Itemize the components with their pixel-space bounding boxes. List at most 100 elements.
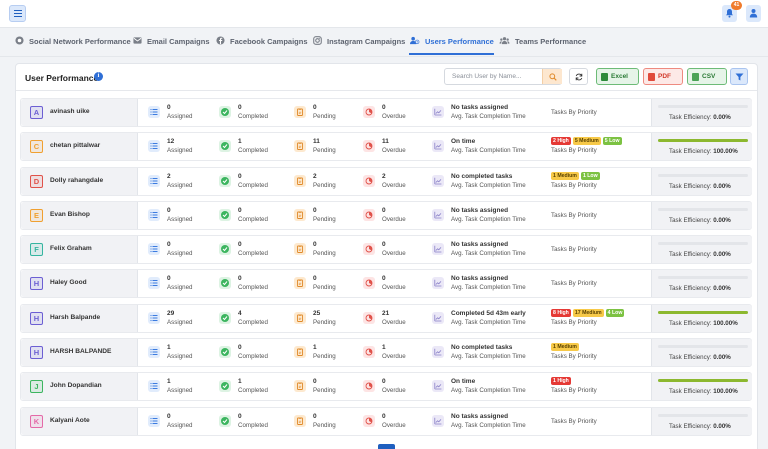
overdue-count: 2: [382, 172, 386, 180]
refresh-button[interactable]: [569, 68, 588, 85]
pie-clock-icon: [363, 346, 375, 359]
user-name[interactable]: Kalyani Aote: [50, 417, 90, 424]
check-circle-icon: [219, 208, 231, 221]
user-performance-card: User Performance i Excel PDF CSV: [15, 63, 758, 449]
export-pdf-label: PDF: [658, 73, 671, 80]
user-name[interactable]: Haley Good: [50, 279, 87, 286]
export-excel-button[interactable]: Excel: [596, 68, 639, 85]
overdue-label: Overdue: [382, 147, 406, 155]
assigned-count: 0: [167, 104, 171, 111]
task-efficiency: Task Efficiency: 0.00%: [651, 236, 752, 264]
user-row-card: D Dolly rahangdale 2 Assigned 0 Complete…: [20, 166, 752, 196]
clipboard-icon: [294, 174, 306, 187]
efficiency-caption: Task Efficiency:: [669, 422, 712, 430]
avg-completion-time-label: Avg. Task Completion Time: [451, 215, 526, 223]
user-name-cell: E Evan Bishop: [21, 201, 138, 229]
efficiency-label: Task Efficiency: 100.00%: [669, 148, 738, 155]
completed-count: 0: [238, 206, 242, 214]
priority-label: Tasks By Priority: [551, 353, 597, 361]
clipboard-icon: [294, 243, 306, 256]
task-efficiency: Task Efficiency: 0.00%: [651, 339, 752, 367]
completed-label: Completed: [238, 421, 268, 429]
avatar: H: [30, 346, 43, 360]
assigned-label: Assigned: [167, 250, 193, 258]
export-excel-label: Excel: [611, 73, 628, 80]
info-icon[interactable]: i: [94, 72, 103, 81]
teams-icon: [499, 37, 510, 45]
check-circle-icon: [219, 311, 231, 324]
tab-instagram-campaigns[interactable]: Instagram Campaigns: [313, 36, 405, 55]
assigned-count: 1: [167, 344, 171, 352]
user-name[interactable]: Evan Bishop: [50, 211, 90, 218]
avatar: K: [30, 414, 43, 428]
list-icon: [148, 140, 160, 153]
task-efficiency: Task Efficiency: 0.00%: [651, 99, 752, 126]
user-name[interactable]: Felix Graham: [50, 245, 92, 252]
priority-badge-med: 1 Medium: [551, 343, 579, 352]
pie-clock-icon: [363, 106, 375, 118]
assigned-label: Assigned: [167, 284, 193, 292]
clipboard-icon: [294, 311, 306, 324]
priority-label: Tasks By Priority: [551, 211, 597, 219]
priority-badges: 1 Medium 1 Low: [551, 171, 600, 180]
assigned-label: Assigned: [167, 318, 193, 326]
user-name[interactable]: avinash uike: [50, 108, 90, 115]
tab-facebook-campaigns[interactable]: Facebook Campaigns: [216, 36, 308, 55]
priority-badges: 2 High 5 Medium 5 Low: [551, 137, 622, 146]
clipboard-icon: [294, 140, 306, 153]
avg-completion-time-label: Avg. Task Completion Time: [451, 387, 526, 395]
pagination-current-page[interactable]: [378, 444, 395, 449]
filter-button[interactable]: [730, 68, 748, 85]
user-name-cell: H Harsh Balpande: [21, 304, 138, 332]
user-name[interactable]: HARSH BALPANDE: [50, 348, 111, 355]
tab-users-performance[interactable]: Users Performance: [409, 36, 494, 55]
overdue-label: Overdue: [382, 284, 406, 292]
trend-chart-icon: [432, 311, 444, 324]
avg-completion-time-value: No tasks assigned: [451, 275, 509, 283]
priority-label: Tasks By Priority: [551, 147, 597, 155]
efficiency-progress-fill: [658, 310, 748, 314]
avg-completion-time-value: No completed tasks: [451, 172, 513, 180]
user-row-card: A avinash uike 0 Assigned 0 Completed 0 …: [20, 98, 752, 127]
search-input[interactable]: [445, 69, 541, 84]
pie-clock-icon: [363, 277, 375, 290]
user-name[interactable]: chetan pittalwar: [50, 142, 100, 149]
overdue-label: Overdue: [382, 353, 406, 361]
check-circle-icon: [219, 243, 231, 256]
user-name[interactable]: Harsh Balpande: [50, 314, 100, 321]
tab-label: Email Campaigns: [147, 37, 210, 46]
hamburger-menu-button[interactable]: [9, 5, 26, 22]
user-profile-button[interactable]: [746, 5, 761, 22]
export-pdf-button[interactable]: PDF: [643, 68, 683, 85]
priority-badge-low: 5 Low: [602, 137, 622, 146]
efficiency-progress-bar: [658, 139, 748, 143]
user-name[interactable]: Dolly rahangdale: [50, 177, 103, 184]
user-name-cell: K Kalyani Aote: [21, 407, 138, 435]
user-name[interactable]: John Dopandian: [50, 382, 102, 389]
search-button[interactable]: [542, 69, 562, 84]
efficiency-progress-fill: [658, 379, 748, 383]
assigned-count: 0: [167, 412, 171, 420]
completed-count: 1: [238, 138, 242, 146]
export-csv-button[interactable]: CSV: [687, 68, 727, 85]
list-icon: [148, 208, 160, 221]
pending-label: Pending: [313, 147, 336, 155]
overdue-label: Overdue: [382, 215, 406, 223]
user-name-cell: H HARSH BALPANDE: [21, 339, 138, 367]
clipboard-icon: [294, 380, 306, 393]
priority-badge-low: 1 Low: [580, 171, 600, 180]
completed-label: Completed: [238, 284, 268, 292]
efficiency-progress-fill: [658, 139, 748, 143]
avg-completion-time-label: Avg. Task Completion Time: [451, 181, 526, 189]
efficiency-caption: Task Efficiency:: [669, 251, 712, 259]
overdue-label: Overdue: [382, 181, 406, 189]
tab-teams-performance[interactable]: Teams Performance: [499, 37, 586, 55]
priority-badge-med: 17 Medium: [572, 308, 604, 317]
trend-chart-icon: [432, 380, 444, 393]
tab-email-campaigns[interactable]: Email Campaigns: [133, 37, 210, 55]
efficiency-caption: Task Efficiency:: [669, 354, 712, 362]
user-row-card: H Haley Good 0 Assigned 0 Completed 0 Pe…: [20, 269, 752, 299]
tab-label: Users Performance: [425, 37, 494, 46]
tasks-by-priority: Tasks By Priority: [551, 270, 651, 297]
tab-social-network-performance[interactable]: Social Network Performance: [15, 36, 131, 55]
